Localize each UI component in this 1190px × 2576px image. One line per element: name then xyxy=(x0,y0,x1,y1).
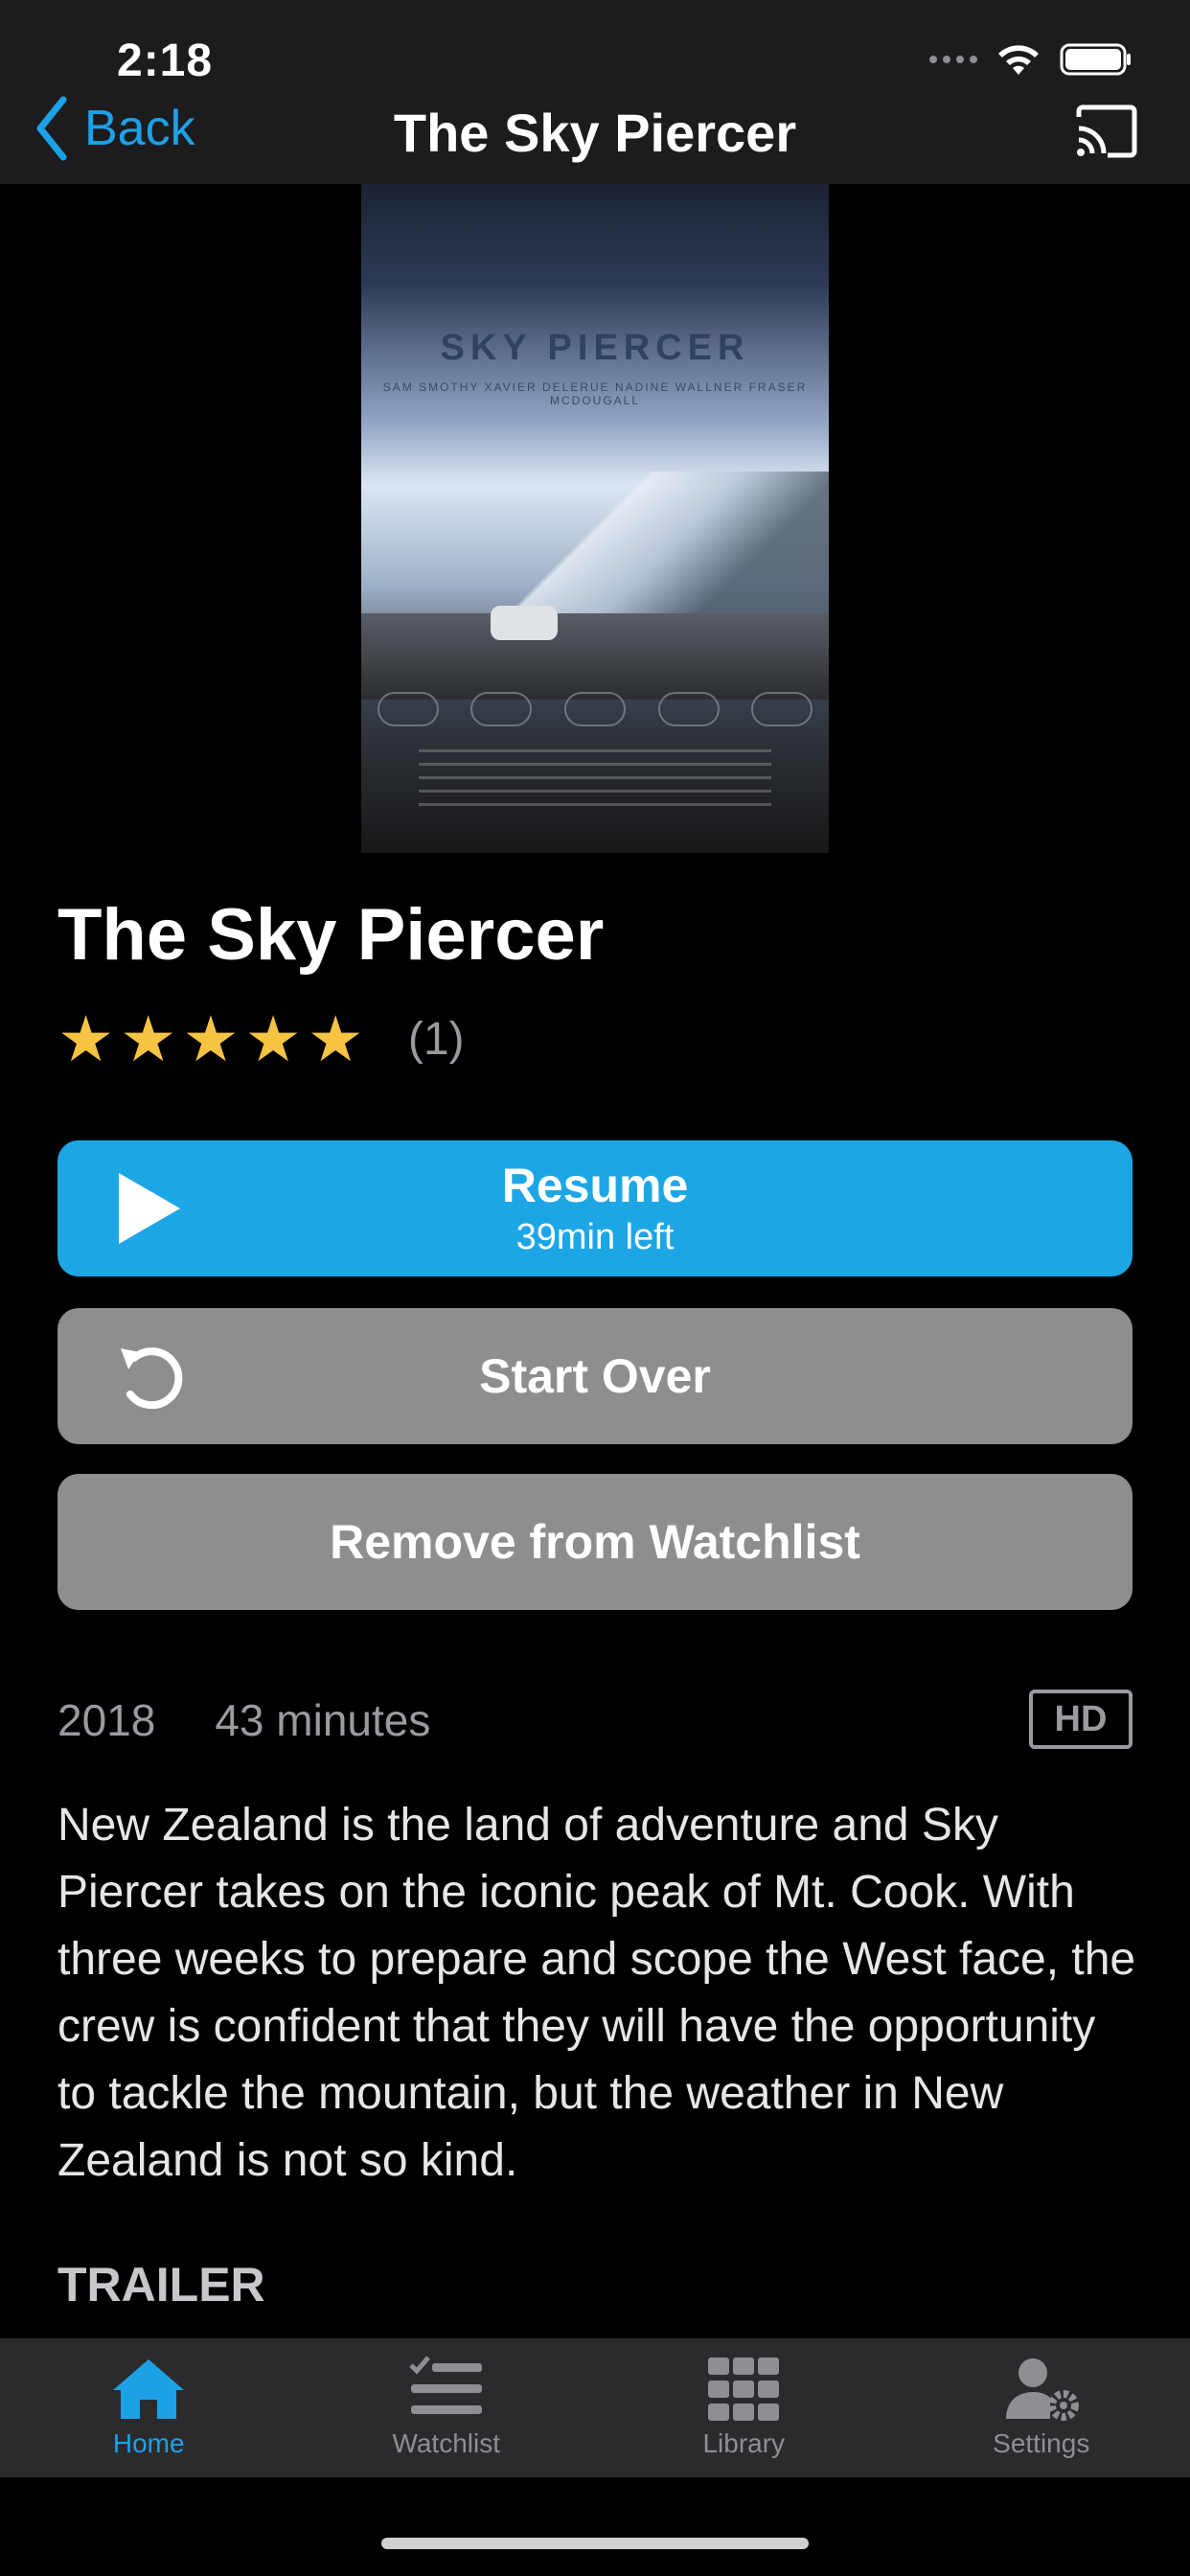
movie-description: New Zealand is the land of adventure and… xyxy=(57,1800,1136,2186)
nav-title: The Sky Piercer xyxy=(393,103,797,163)
signal-icon xyxy=(929,56,977,63)
hd-badge: HD xyxy=(1029,1690,1133,1749)
resume-time-left: 39min left xyxy=(515,1217,675,1257)
remove-label: Remove from Watchlist xyxy=(330,1515,860,1569)
resume-button[interactable]: Resume 39min left xyxy=(57,1140,1133,1276)
status-time: 2:18 xyxy=(117,35,214,86)
tab-home-label: Home xyxy=(112,2428,185,2458)
remove-from-watchlist-button[interactable]: Remove from Watchlist xyxy=(57,1474,1133,1610)
poster-title: SKY PIERCER xyxy=(440,328,750,368)
tab-bar: Home Watchlist Library Settings xyxy=(0,2338,1190,2477)
battery-icon xyxy=(1060,43,1131,76)
library-grid-icon xyxy=(708,2358,780,2421)
tab-watchlist[interactable]: Watchlist xyxy=(298,2338,596,2477)
tab-watchlist-label: Watchlist xyxy=(392,2428,501,2458)
trailer-heading: TRAILER xyxy=(57,2258,265,2312)
tab-library-label: Library xyxy=(702,2428,786,2458)
movie-poster: SKY PIERCER SAM SMOTHY XAVIER DELERUE NA… xyxy=(361,184,829,853)
duration: 43 minutes xyxy=(215,1695,431,1745)
rating: ★★★★★ (1) xyxy=(57,1002,465,1076)
home-icon xyxy=(113,2359,185,2419)
top-bar: 2:18 Back The Sky Piercer xyxy=(0,0,1190,184)
movie-meta: 2018 43 minutes xyxy=(57,1694,430,1746)
release-year: 2018 xyxy=(57,1695,156,1745)
status-icons xyxy=(929,42,1133,77)
home-indicator xyxy=(381,2538,809,2549)
tab-settings-label: Settings xyxy=(993,2428,1090,2458)
watchlist-icon xyxy=(408,2356,482,2414)
movie-title: The Sky Piercer xyxy=(57,894,605,976)
tab-library[interactable]: Library xyxy=(595,2338,893,2477)
star-rating: ★★★★★ xyxy=(57,1003,370,1074)
start-over-label: Start Over xyxy=(479,1349,711,1403)
rating-count: (1) xyxy=(407,1014,465,1065)
tab-settings[interactable]: Settings xyxy=(893,2338,1190,2477)
start-over-button[interactable]: Start Over xyxy=(57,1308,1133,1444)
poster-cast: SAM SMOTHY XAVIER DELERUE NADINE WALLNER… xyxy=(382,380,808,407)
resume-label: Resume xyxy=(501,1159,689,1212)
wifi-icon xyxy=(998,45,1039,75)
cast-icon[interactable] xyxy=(1073,104,1140,159)
tab-home[interactable]: Home xyxy=(0,2338,298,2477)
settings-icon xyxy=(1005,2358,1079,2421)
